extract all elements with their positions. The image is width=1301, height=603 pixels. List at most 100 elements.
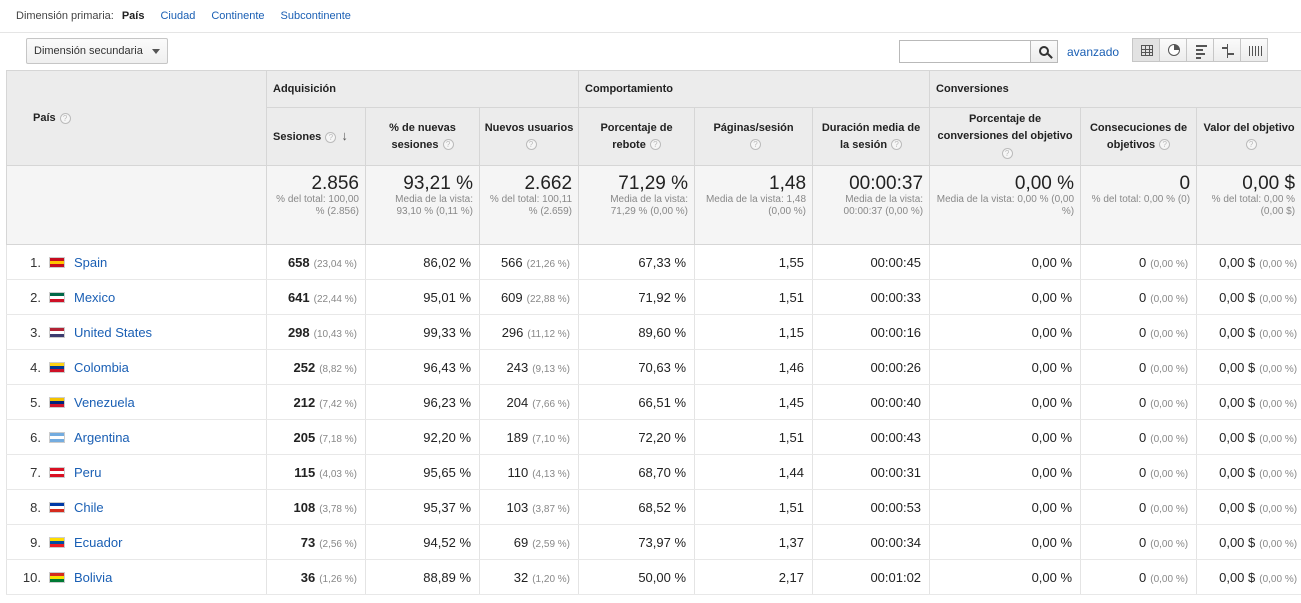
bounce-rate-cell: 66,51 %: [578, 384, 696, 420]
pages-per-session-column-header[interactable]: Páginas/sesión?: [694, 107, 814, 166]
flag-bolivia-icon: [49, 571, 65, 583]
row-number: 8.: [30, 499, 41, 515]
goal-conversion-rate-column-header[interactable]: Porcentaje de conversiones del objetivo?: [929, 107, 1082, 166]
sessions-cell: 73 (2,56 %): [266, 524, 366, 560]
goal-value-column-header[interactable]: Valor del objetivo?: [1196, 107, 1301, 166]
advanced-filter-link[interactable]: avanzado: [1067, 45, 1119, 59]
table-search-input[interactable]: [899, 40, 1031, 63]
country-cell: 7. Peru: [6, 454, 267, 490]
conversion-rate-cell: 0,00 %: [929, 419, 1082, 455]
sessions-cell: 641 (22,44 %): [266, 279, 366, 315]
country-link[interactable]: Chile: [74, 500, 104, 515]
pages-per-session-cell: 1,51: [694, 419, 814, 455]
primary-dimension-active[interactable]: País: [122, 10, 145, 22]
total-avg-duration: 00:00:37 Media de la vista: 00:00:37 (0,0…: [812, 165, 931, 245]
percentage-view-button[interactable]: [1159, 38, 1187, 62]
goal-value-cell: 0,00 $ (0,00 %): [1196, 384, 1301, 420]
sessions-cell: 298 (10,43 %): [266, 314, 366, 350]
country-link[interactable]: Bolivia: [74, 570, 112, 585]
country-cell: 4. Colombia: [6, 349, 267, 385]
primary-dimension-city[interactable]: Ciudad: [160, 10, 195, 22]
help-icon[interactable]: ?: [649, 139, 661, 151]
country-cell: 5. Venezuela: [6, 384, 267, 420]
country-link[interactable]: Colombia: [74, 360, 129, 375]
bounce-rate-cell: 67,33 %: [578, 244, 696, 280]
primary-dimension-continent[interactable]: Continente: [211, 10, 264, 22]
conversion-rate-cell: 0,00 %: [929, 524, 1082, 560]
data-table-view-button[interactable]: [1132, 38, 1160, 62]
goal-value-cell: 0,00 $ (0,00 %): [1196, 489, 1301, 525]
total-new-sessions: 93,21 % Media de la vista: 93,10 % (0,11 …: [365, 165, 480, 245]
new-sessions-column-header[interactable]: % de nuevas sesiones?: [365, 107, 480, 166]
row-number: 7.: [30, 464, 41, 480]
country-link[interactable]: Venezuela: [74, 395, 135, 410]
help-icon[interactable]: ?: [1001, 147, 1013, 159]
country-link[interactable]: Peru: [74, 465, 101, 480]
help-icon[interactable]: ?: [1245, 139, 1257, 151]
goal-completions-cell: 0 (0,00 %): [1080, 244, 1198, 280]
help-icon[interactable]: ?: [442, 139, 454, 151]
country-link[interactable]: Ecuador: [74, 535, 122, 550]
row-number: 2.: [30, 289, 41, 305]
help-icon[interactable]: ?: [1159, 139, 1171, 151]
table-row: 5. Venezuela 212 (7,42 %) 96,23 % 204 (7,66 %)…: [6, 384, 1301, 420]
row-number: 6.: [30, 429, 41, 445]
new-users-column-header[interactable]: Nuevos usuarios?: [478, 107, 580, 166]
help-icon[interactable]: ?: [750, 139, 762, 151]
pages-per-session-cell: 1,44: [694, 454, 814, 490]
avg-duration-cell: 00:00:31: [812, 454, 931, 490]
goal-value-cell: 0,00 $ (0,00 %): [1196, 244, 1301, 280]
avg-session-duration-column-header[interactable]: Duración media de la sesión?: [812, 107, 931, 166]
primary-dimension-subcontinent[interactable]: Subcontinente: [281, 10, 351, 22]
country-cell: 8. Chile: [6, 489, 267, 525]
new-sessions-cell: 88,89 %: [365, 559, 480, 595]
primary-dimension-label: Dimensión primaria:: [16, 10, 114, 22]
new-users-cell: 566 (21,26 %): [479, 244, 580, 280]
goal-value-cell: 0,00 $ (0,00 %): [1196, 559, 1301, 595]
pivot-view-button[interactable]: [1240, 38, 1268, 62]
avg-duration-cell: 00:00:40: [812, 384, 931, 420]
performance-view-button[interactable]: [1186, 38, 1214, 62]
conversion-rate-cell: 0,00 %: [929, 559, 1082, 595]
table-row: 9. Ecuador 73 (2,56 %) 94,52 % 69 (2,59 %) 73,9…: [6, 524, 1301, 560]
bounce-rate-cell: 73,97 %: [578, 524, 696, 560]
new-sessions-cell: 99,33 %: [365, 314, 480, 350]
bounce-rate-column-header[interactable]: Porcentaje de rebote?: [578, 107, 696, 166]
country-link[interactable]: United States: [74, 325, 152, 340]
pages-per-session-cell: 1,15: [694, 314, 814, 350]
secondary-dimension-dropdown[interactable]: Dimensión secundaria: [26, 38, 168, 64]
country-link[interactable]: Argentina: [74, 430, 130, 445]
help-icon[interactable]: ?: [59, 112, 71, 124]
row-number: 9.: [30, 534, 41, 550]
goal-completions-cell: 0 (0,00 %): [1080, 349, 1198, 385]
country-link[interactable]: Mexico: [74, 290, 115, 305]
search-button[interactable]: [1030, 40, 1058, 63]
avg-duration-cell: 00:00:53: [812, 489, 931, 525]
help-icon[interactable]: ?: [891, 139, 903, 151]
comparison-view-button[interactable]: [1213, 38, 1241, 62]
new-sessions-cell: 94,52 %: [365, 524, 480, 560]
new-users-cell: 609 (22,88 %): [479, 279, 580, 315]
country-link[interactable]: Spain: [74, 255, 107, 270]
help-icon[interactable]: ?: [525, 139, 537, 151]
help-icon[interactable]: ?: [325, 131, 337, 143]
avg-duration-cell: 00:00:45: [812, 244, 931, 280]
data-rows: 1. Spain 658 (23,04 %) 86,02 % 566 (21,26 %) 67…: [6, 244, 1301, 595]
total-bounce-rate: 71,29 % Media de la vista: 71,29 % (0,00 …: [578, 165, 696, 245]
conversion-rate-cell: 0,00 %: [929, 314, 1082, 350]
bounce-rate-cell: 71,92 %: [578, 279, 696, 315]
avg-duration-cell: 00:00:33: [812, 279, 931, 315]
new-sessions-cell: 95,65 %: [365, 454, 480, 490]
avg-duration-cell: 00:00:26: [812, 349, 931, 385]
sessions-column-header[interactable]: Sesiones? ↓: [266, 107, 366, 166]
country-column-header[interactable]: País?: [6, 70, 267, 166]
sessions-cell: 658 (23,04 %): [266, 244, 366, 280]
chevron-down-icon: [152, 49, 160, 54]
behavior-group-header: Comportamiento: [578, 70, 931, 108]
goal-completions-column-header[interactable]: Consecuciones de objetivos?: [1080, 107, 1198, 166]
new-sessions-cell: 92,20 %: [365, 419, 480, 455]
acquisition-group-header: Adquisición: [265, 70, 580, 108]
new-sessions-cell: 95,37 %: [365, 489, 480, 525]
total-goal-completions: 0% del total: 0,00 % (0): [1080, 165, 1198, 245]
country-cell: 3. United States: [6, 314, 267, 350]
